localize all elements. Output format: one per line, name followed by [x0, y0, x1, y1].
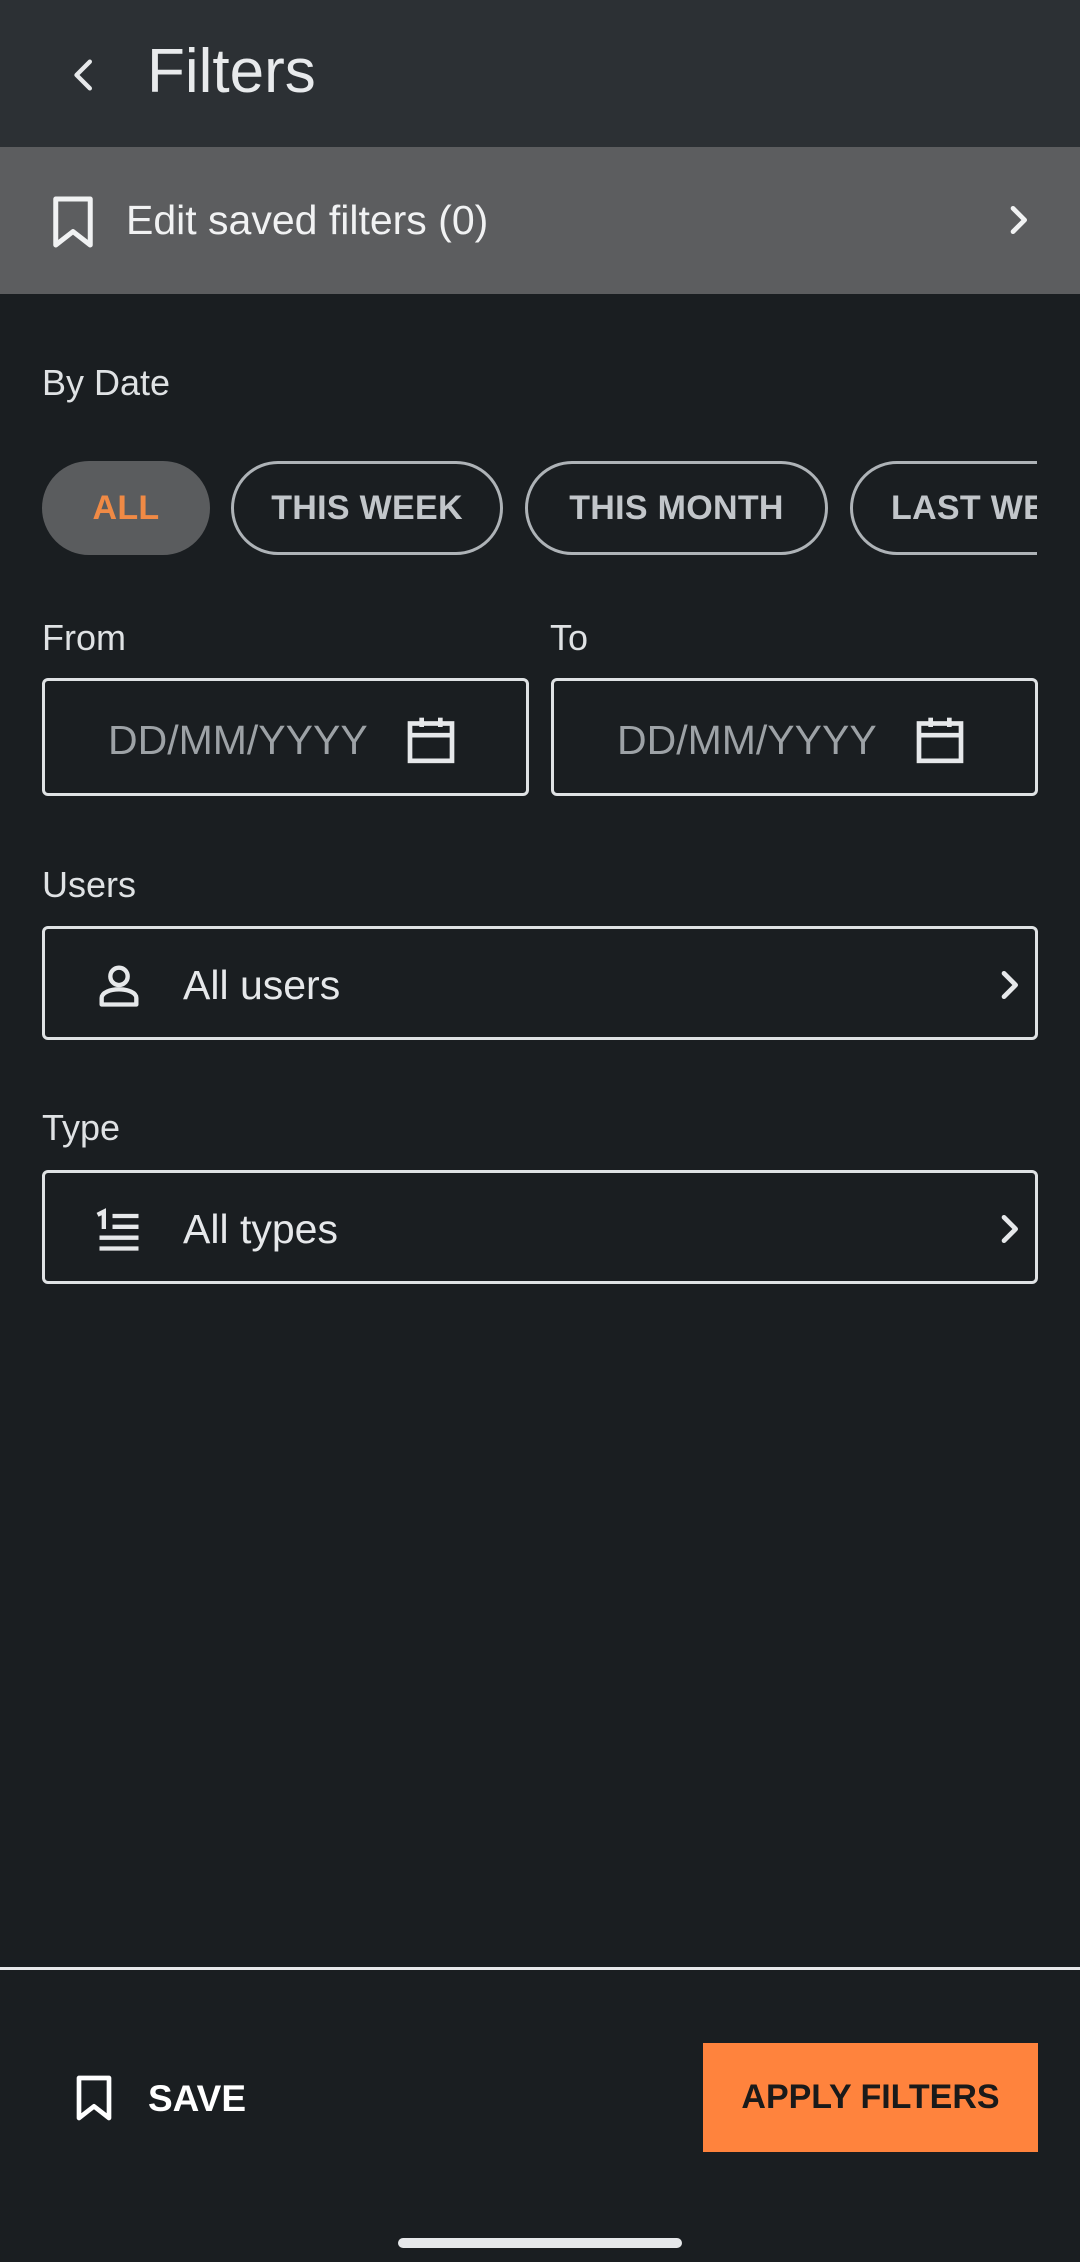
to-date-placeholder: DD/MM/YYYY: [617, 717, 877, 763]
type-value: All types: [183, 1206, 338, 1252]
save-label: SAVE: [148, 2078, 247, 2119]
from-date-placeholder: DD/MM/YYYY: [108, 717, 368, 763]
save-button[interactable]: SAVE: [64, 2060, 264, 2134]
type-label: Type: [42, 1107, 121, 1148]
chip-this-month[interactable]: THIS MONTH: [525, 461, 828, 555]
back-arrow-icon: [74, 59, 93, 91]
from-label: From: [42, 617, 126, 658]
bookmark-icon: [53, 196, 93, 248]
chevron-right-icon: [1001, 971, 1018, 999]
by-date-label: By Date: [42, 362, 171, 403]
date-chip-group: ALL THIS WEEK THIS MONTH LAST WEEK: [42, 461, 1037, 557]
chip-last-week[interactable]: LAST WEEK: [850, 461, 1037, 555]
users-value: All users: [183, 962, 341, 1008]
edit-saved-filters-row[interactable]: Edit saved filters (0): [0, 147, 1080, 294]
bookmark-icon: [76, 2075, 112, 2121]
chip-all[interactable]: ALL: [42, 461, 210, 555]
app-bar: Filters: [0, 0, 1080, 147]
page-title: Filters: [147, 37, 316, 106]
chevron-right-icon: [1001, 1215, 1018, 1243]
chip-this-week[interactable]: THIS WEEK: [231, 461, 503, 555]
back-button[interactable]: [54, 45, 114, 105]
edit-saved-filters-label: Edit saved filters (0): [126, 197, 489, 243]
apply-filters-button[interactable]: APPLY FILTERS: [703, 2043, 1038, 2152]
users-select[interactable]: All users: [42, 926, 1038, 1040]
chevron-right-icon: [1010, 206, 1027, 234]
filters-screen: Filters Edit saved filters (0) By Date A…: [0, 0, 1080, 2262]
users-label: Users: [42, 864, 137, 905]
from-date-field[interactable]: DD/MM/YYYY: [42, 678, 529, 796]
calendar-icon[interactable]: [912, 713, 968, 769]
home-indicator[interactable]: [398, 2238, 682, 2248]
calendar-icon[interactable]: [403, 713, 459, 769]
list-icon: [96, 1208, 139, 1251]
person-icon: [99, 965, 139, 1007]
to-label: To: [550, 617, 589, 658]
to-date-field[interactable]: DD/MM/YYYY: [551, 678, 1038, 796]
bottom-divider: [0, 1967, 1080, 1970]
type-select[interactable]: All types: [42, 1170, 1038, 1284]
